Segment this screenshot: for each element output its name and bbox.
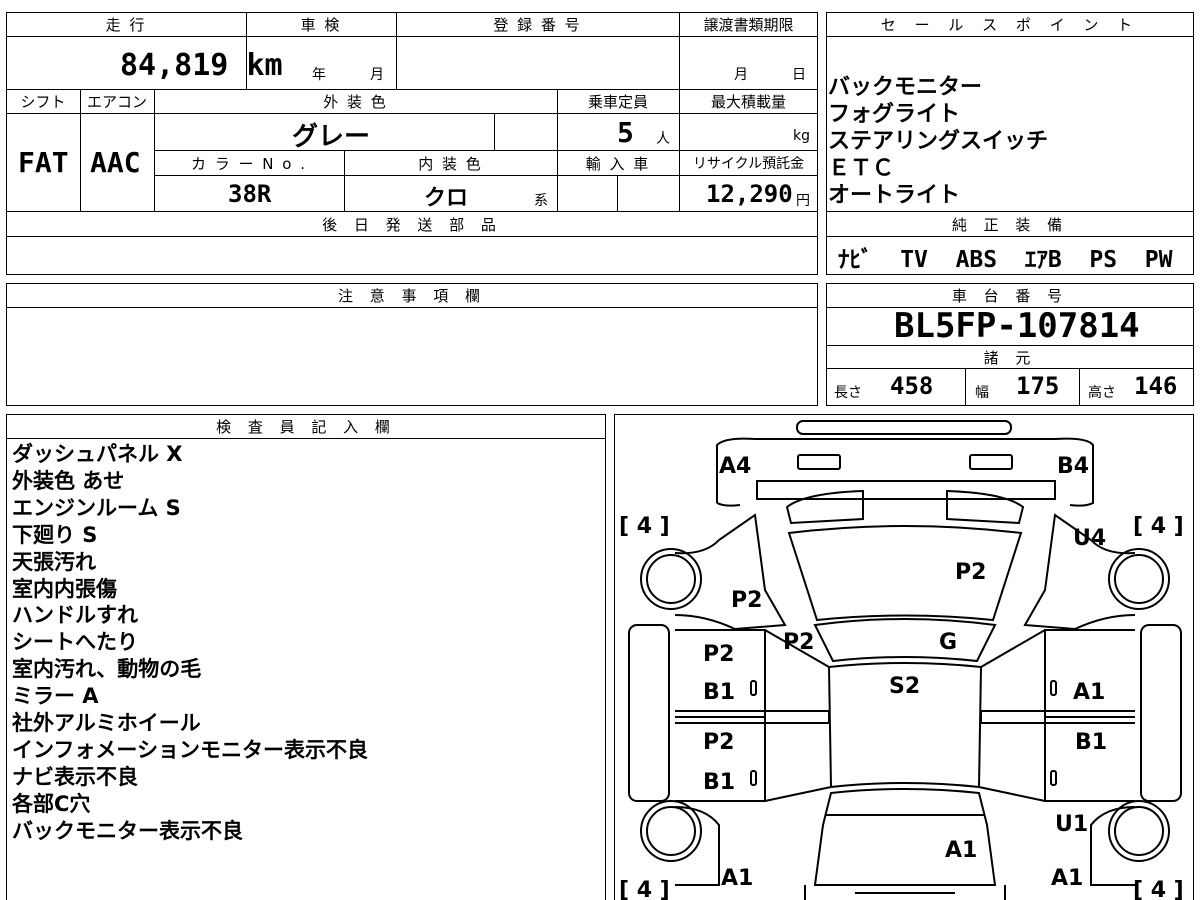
remark-item: 室内汚れ、動物の毛: [12, 657, 202, 682]
remark-item: 社外アルミホイール: [12, 711, 201, 736]
sales-points-list: バックモニター フォグライト ステアリングスイッチ ＥＴＣ オートライト: [828, 74, 1048, 209]
exterior-color-label: 外 装 色: [323, 93, 388, 111]
interior-color-value: クロ: [424, 186, 469, 211]
shift-value: FAT: [18, 146, 69, 179]
mileage-label: 走 行: [105, 16, 147, 34]
remark-item: エンジンルーム S: [12, 495, 181, 520]
remark-item: インフォメーションモニター表示不良: [12, 737, 368, 762]
remark-item: 室内内張傷: [12, 576, 117, 601]
transfer-deadline-label: 譲渡書類期限: [703, 16, 794, 34]
recycle-fee-value: 12,290: [706, 180, 793, 208]
interior-color-unit: 系: [534, 193, 548, 209]
capacity-value: 5: [617, 116, 634, 149]
height-label: 高さ: [1088, 385, 1116, 401]
chassis-number-label: 車 台 番 号: [951, 287, 1069, 305]
aircon-value: AAC: [90, 146, 141, 179]
width-value: 175: [1016, 372, 1060, 400]
interior-color-label: 内 装 色: [418, 154, 483, 173]
genuine-equipment-label: 純 正 装 備: [951, 215, 1069, 234]
later-parts-label: 後 日 発 送 部 品: [322, 215, 502, 234]
remark-item: 天張汚れ: [12, 549, 96, 574]
front-left-code: A4: [719, 454, 751, 479]
exterior-color-value: グレー: [292, 122, 371, 152]
shift-label: シフト: [20, 93, 66, 111]
hood-code: P2: [955, 560, 986, 585]
rear-left-code: A1: [721, 866, 753, 891]
remark-item: バックモニター表示不良: [12, 818, 243, 843]
max-load-label: 最大積載量: [710, 93, 786, 111]
notes-label: 注 意 事 項 欄: [337, 287, 487, 305]
rear-right-code: A1: [1051, 866, 1083, 891]
length-value: 458: [890, 372, 934, 400]
width-label: 幅: [975, 385, 989, 401]
color-no-label: カ ラ ー N o .: [190, 154, 307, 173]
recycle-fee-unit: 円: [796, 193, 810, 209]
tire-front-left-code: [ 4 ]: [619, 514, 670, 539]
height-value: 146: [1134, 372, 1178, 400]
rear-door-right-code: B1: [1075, 730, 1107, 755]
aircon-label: エアコン: [86, 93, 147, 111]
inspector-label: 検 査 員 記 入 欄: [216, 418, 396, 436]
tire-rear-left-code: [ 4 ]: [619, 878, 670, 900]
front-door-right-code: A1: [1073, 680, 1105, 705]
rear-door-left-code-2: B1: [703, 770, 735, 795]
chassis-number-value: BL5FP-107814: [894, 306, 1140, 346]
mileage-value: 84,819: [120, 48, 229, 83]
car-diagram-box: [ 4 ] [ 4 ] [ 4 ] [ 4 ] A4 B4 U4 P2 P2 P…: [614, 414, 1194, 900]
capacity-unit: 人: [656, 131, 670, 147]
roof-code: S2: [889, 674, 920, 699]
remark-item: ハンドルすれ: [12, 603, 138, 628]
windshield-code: G: [939, 630, 957, 655]
trunk-code: A1: [945, 838, 977, 863]
front-right-code: B4: [1057, 454, 1089, 479]
inspection-year-unit: 年: [312, 67, 326, 83]
sales-point-item: バックモニター: [828, 75, 983, 100]
registration-label: 登 録 番 号: [493, 16, 582, 34]
tire-rear-right-code: [ 4 ]: [1133, 878, 1184, 900]
sales-point-item: フォグライト: [828, 102, 961, 127]
right-fender-code: U4: [1073, 526, 1106, 551]
remark-item: ダッシュパネル X: [12, 442, 183, 466]
remark-item: ナビ表示不良: [12, 764, 138, 789]
mileage-unit: km: [246, 48, 283, 83]
inspection-label: 車 検: [300, 16, 342, 34]
car-diagram: [ 4 ] [ 4 ] [ 4 ] [ 4 ] A4 B4 U4 P2 P2 P…: [619, 420, 1184, 900]
remark-item: 下廻り S: [12, 522, 98, 547]
remark-item: 外装色 あせ: [12, 468, 125, 493]
front-door-left-code-1: P2: [703, 642, 734, 667]
color-no-value: 38R: [228, 180, 272, 208]
specs-label: 諸 元: [983, 348, 1037, 367]
import-label: 輸 入 車: [585, 154, 651, 173]
sales-points-label: セ ー ル ス ポ イ ン ト: [880, 16, 1140, 34]
length-label: 長さ: [834, 385, 862, 401]
capacity-label: 乗車定員: [587, 93, 648, 111]
left-pillar-code: P2: [783, 630, 814, 655]
remark-item: ミラー A: [12, 684, 99, 709]
left-fender-code: P2: [731, 588, 762, 613]
tire-front-right-code: [ 4 ]: [1133, 514, 1184, 539]
remark-item: シートへたり: [12, 630, 138, 655]
remark-item: 各部C穴: [12, 791, 91, 816]
deadline-day-unit: 日: [792, 67, 806, 83]
sales-point-item: ステアリングスイッチ: [828, 129, 1049, 154]
genuine-equipment-value: ﾅﾋﾞ TV ABS ｴｱB PS PW: [838, 247, 1173, 273]
inspection-month-unit: 月: [370, 67, 384, 83]
max-load-unit: kg: [793, 128, 810, 144]
inspector-remarks-list: ダッシュパネル X 外装色 あせ エンジンルーム S 下廻り S 天張汚れ 室内…: [12, 441, 368, 845]
deadline-month-unit: 月: [734, 67, 748, 83]
sales-point-item: オートライト: [828, 183, 961, 208]
sales-point-item: ＥＴＣ: [828, 156, 895, 181]
recycle-fee-label: リサイクル預託金: [692, 156, 805, 172]
rear-door-left-code-1: P2: [703, 730, 734, 755]
front-door-left-code-2: B1: [703, 680, 735, 705]
rear-right-fender-code: U1: [1055, 812, 1088, 837]
